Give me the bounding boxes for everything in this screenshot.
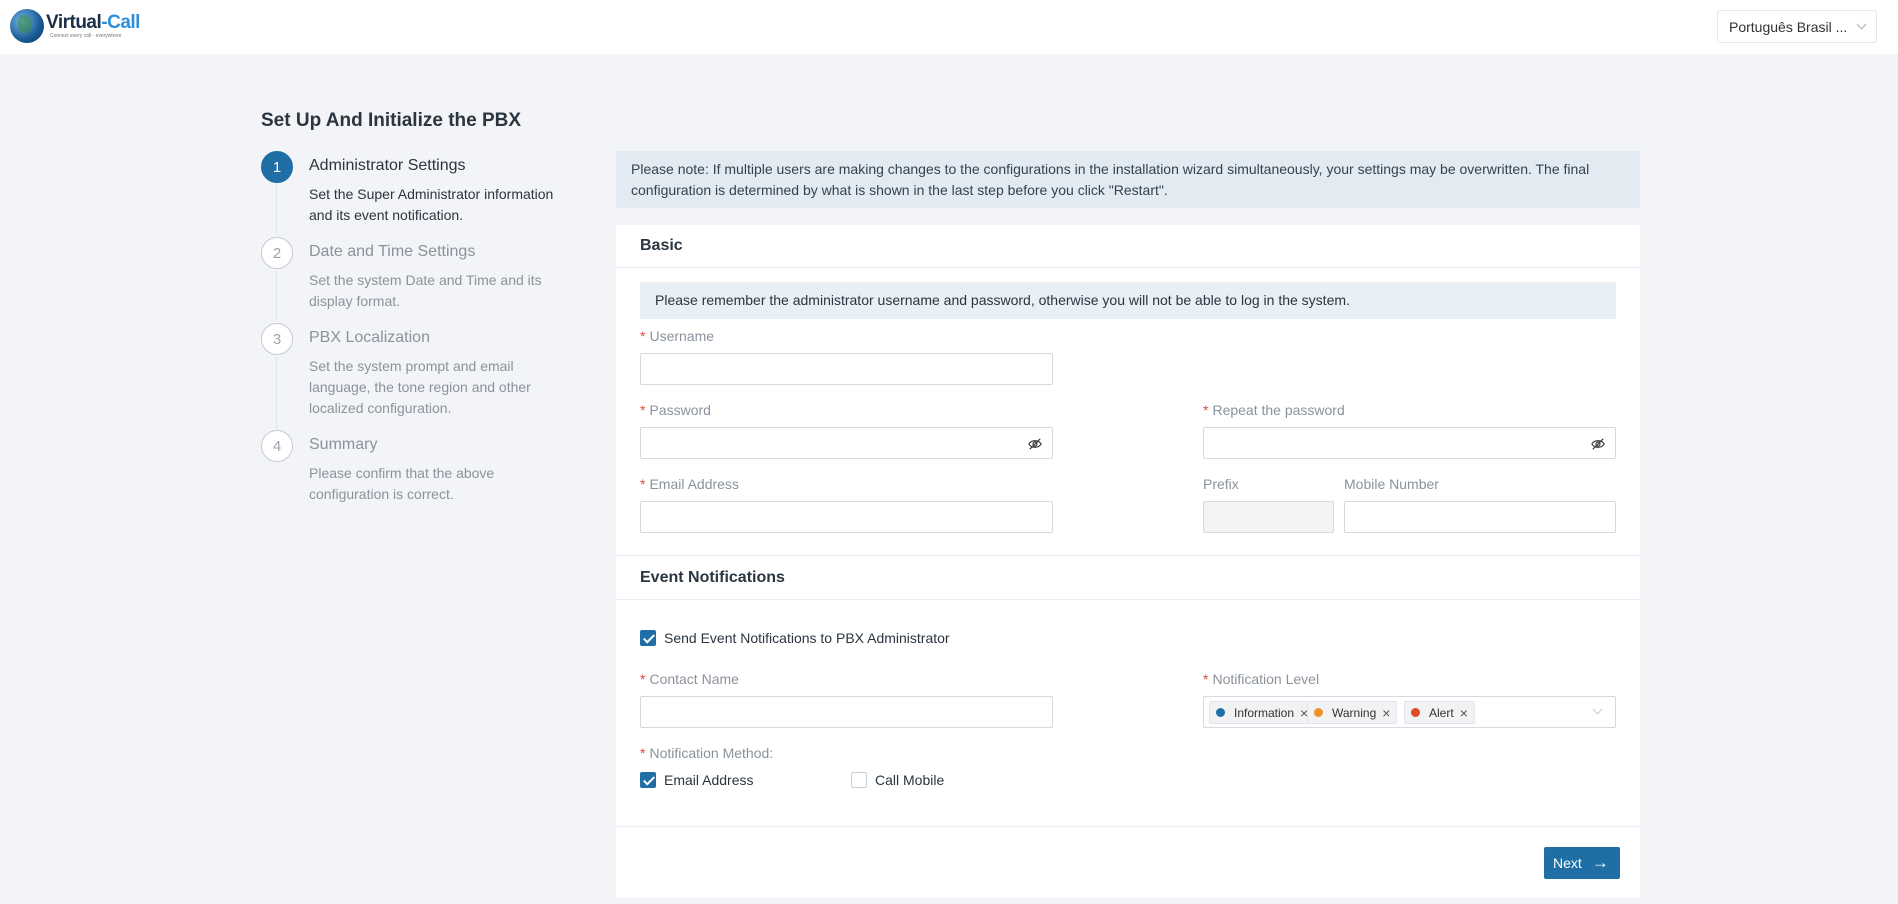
repeat-password-input[interactable] [1203,427,1616,459]
step-title: Summary [309,436,378,453]
event-notifications-heading: Event Notifications [640,569,785,586]
step-title: Date and Time Settings [309,243,476,260]
chevron-down-icon [1856,19,1867,30]
notification-method-label-text: Notification Method [649,745,770,761]
required-mark: * [1203,671,1209,687]
email-label-text: Email Address [649,476,739,492]
send-notifications-checkbox[interactable] [640,630,656,646]
concurrency-notice: Please note: If multiple users are makin… [616,151,1640,208]
tag-label: Alert [1429,705,1454,720]
send-notifications-label[interactable]: Send Event Notifications to PBX Administ… [664,630,950,646]
step-number: 4 [261,430,293,462]
method-email-label[interactable]: Email Address [664,772,753,788]
step-number: 2 [261,237,293,269]
username-label: * Username [640,328,714,344]
globe-icon [10,9,44,43]
required-mark: * [640,671,646,687]
required-mark: * [640,476,646,492]
required-mark: * [640,402,646,418]
step-title: Administrator Settings [309,157,466,174]
divider [616,555,1640,556]
virtual-call-logo[interactable]: Virtual-Call Connect every call · everyw… [10,9,140,43]
mobile-number-label: Mobile Number [1344,476,1439,492]
email-input[interactable] [640,501,1053,533]
chevron-down-icon [1592,704,1603,715]
divider [616,267,1640,268]
next-button[interactable]: Next → [1544,847,1620,879]
page-title: Set Up And Initialize the PBX [261,110,522,131]
level-tag-information: Information × [1209,701,1316,724]
logo-word-virtual: Virtual [46,12,102,33]
step-number: 3 [261,323,293,355]
level-tag-warning: Warning × [1307,701,1398,724]
label-colon: : [769,745,774,761]
password-input[interactable] [640,427,1053,459]
notification-level-label-text: Notification Level [1212,671,1320,687]
red-dot-icon [1411,708,1420,717]
password-label-text: Password [649,402,711,418]
notification-method-label: * Notification Method: [640,745,773,761]
close-icon[interactable]: × [1460,705,1468,721]
logo-word-call: -Call [101,12,140,33]
orange-dot-icon [1314,708,1323,717]
username-input[interactable] [640,353,1053,385]
eye-hidden-icon[interactable] [1591,437,1605,451]
logo-text: Virtual-Call Connect every call · everyw… [46,13,140,40]
step-connector [276,271,277,319]
step-description: Set the system prompt and email language… [309,358,531,416]
username-label-text: Username [649,328,715,344]
arrow-right-icon: → [1591,853,1609,872]
step-description: Set the Super Administrator information … [309,186,554,223]
repeat-password-label-text: Repeat the password [1212,402,1345,418]
blue-dot-icon [1216,708,1225,717]
step-description: Set the system Date and Time and its dis… [309,272,542,309]
language-select[interactable]: Português Brasil ... [1717,10,1877,43]
next-button-label: Next [1553,855,1582,871]
repeat-password-label: * Repeat the password [1203,402,1345,418]
settings-card: Basic Please remember the administrator … [616,225,1640,898]
contact-name-input[interactable] [640,696,1053,728]
tag-label: Information [1234,705,1295,720]
logo-wordmark: Virtual-Call [46,13,140,33]
method-call-label[interactable]: Call Mobile [875,772,944,788]
password-label: * Password [640,402,711,418]
divider [616,826,1640,827]
prefix-input [1203,501,1334,533]
step-connector [276,357,277,429]
divider [616,599,1640,600]
email-label: * Email Address [640,476,739,492]
level-tag-alert: Alert × [1404,701,1475,724]
method-email-checkbox[interactable] [640,772,656,788]
contact-name-label: * Contact Name [640,671,739,687]
step-title: PBX Localization [309,329,430,346]
method-call-checkbox[interactable] [851,772,867,788]
language-select-value: Português Brasil ... [1729,18,1848,35]
step-description: Please confirm that the above configurat… [309,465,495,502]
eye-hidden-icon[interactable] [1028,437,1042,451]
notification-level-select[interactable]: Information × Warning × Alert × [1203,696,1616,728]
mobile-number-input[interactable] [1344,501,1616,533]
required-mark: * [640,328,646,344]
required-mark: * [640,745,646,761]
credentials-hint: Please remember the administrator userna… [640,282,1616,319]
prefix-label: Prefix [1203,476,1239,492]
required-mark: * [1203,402,1209,418]
step-number: 1 [261,151,293,183]
tag-label: Warning [1332,705,1377,720]
close-icon[interactable]: × [1382,705,1390,721]
basic-heading: Basic [640,237,683,254]
step-connector [276,185,277,233]
logo-tagline: Connect every call · everywhere [50,33,122,39]
contact-name-label-text: Contact Name [649,671,739,687]
top-bar: Virtual-Call Connect every call · everyw… [0,0,1898,54]
notification-level-label: * Notification Level [1203,671,1319,687]
